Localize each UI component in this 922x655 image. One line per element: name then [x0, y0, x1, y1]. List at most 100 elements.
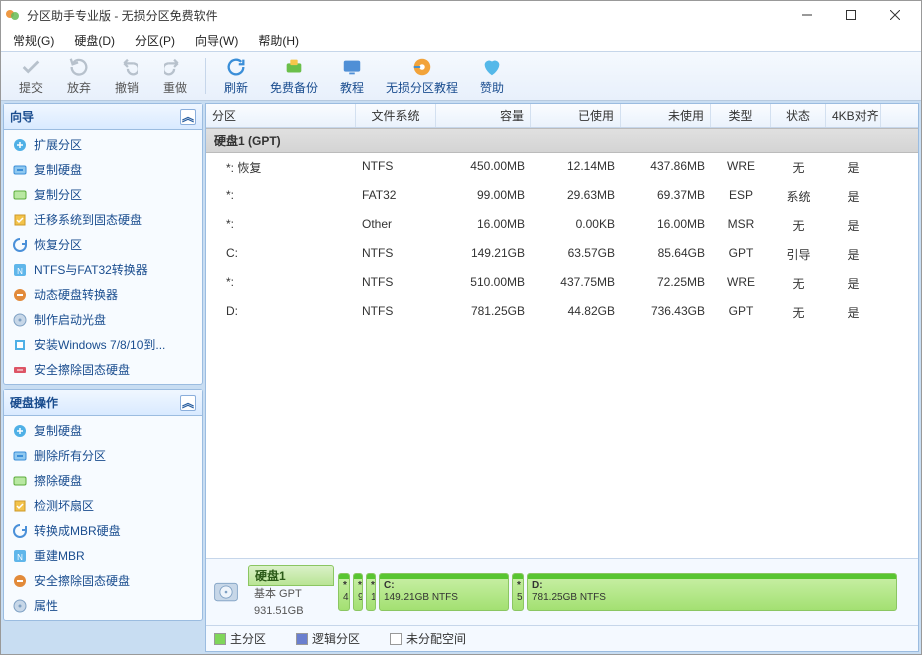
check-icon: [20, 56, 42, 78]
col-free[interactable]: 未使用: [621, 104, 711, 127]
cell-status: 无: [771, 157, 826, 178]
wizard-item-0[interactable]: 扩展分区: [4, 132, 202, 157]
cell-cap: 16.00MB: [436, 215, 531, 236]
refresh-button[interactable]: 刷新: [212, 54, 260, 98]
col-align[interactable]: 4KB对齐: [826, 104, 881, 127]
diskop-item-0[interactable]: 复制硬盘: [4, 418, 202, 443]
disk-ops-header[interactable]: 硬盘操作 ︽: [4, 390, 202, 416]
side-label: 复制硬盘: [34, 422, 82, 439]
cell-drive: *:: [206, 186, 356, 207]
wizard-item-4[interactable]: 恢复分区: [4, 232, 202, 257]
wizard-item-6[interactable]: 动态硬盘转换器: [4, 282, 202, 307]
legend-primary: 主分区: [214, 630, 266, 647]
sidebar: 向导 ︽ 扩展分区复制硬盘复制分区迁移系统到固态硬盘恢复分区NNTFS与FAT3…: [3, 103, 203, 652]
backup-button[interactable]: 免费备份: [260, 54, 328, 98]
partition-row[interactable]: *:NTFS510.00MB437.75MB72.25MBWRE无是: [206, 269, 918, 298]
diskop-item-1[interactable]: 删除所有分区: [4, 443, 202, 468]
side-label: 恢复分区: [34, 236, 82, 253]
partition-row[interactable]: D:NTFS781.25GB44.82GB736.43GBGPT无是: [206, 298, 918, 327]
col-fs[interactable]: 文件系统: [356, 104, 436, 127]
partition-row[interactable]: *:FAT3299.00MB29.63MB69.37MBESP系统是: [206, 182, 918, 211]
cell-drive: D:: [206, 302, 356, 323]
wizard-item-2[interactable]: 复制分区: [4, 182, 202, 207]
wizard-items: 扩展分区复制硬盘复制分区迁移系统到固态硬盘恢复分区 NNTFS与FAT32转换器动…: [4, 130, 202, 384]
close-button[interactable]: [873, 1, 917, 29]
minimize-button[interactable]: [785, 1, 829, 29]
collapse-icon[interactable]: ︽: [180, 109, 196, 125]
side-icon: [12, 137, 28, 153]
commit-button[interactable]: 提交: [7, 54, 55, 98]
cell-fs: Other: [356, 215, 436, 236]
side-icon: [12, 573, 28, 589]
disk-segment[interactable]: C:149.21GB NTFS: [379, 573, 509, 611]
partition-row[interactable]: C:NTFS149.21GB63.57GB85.64GBGPT引导是: [206, 240, 918, 269]
tutorial-button[interactable]: 教程: [328, 54, 376, 98]
partition-row[interactable]: *:Other16.00MB0.00KB16.00MBMSR无是: [206, 211, 918, 240]
legend: 主分区 逻辑分区 未分配空间: [206, 625, 918, 651]
wizard-item-1[interactable]: 复制硬盘: [4, 157, 202, 182]
menu-item-0[interactable]: 常规(G): [5, 30, 62, 51]
wizard-item-8[interactable]: 安装Windows 7/8/10到...: [4, 332, 202, 357]
commit-label: 提交: [19, 79, 43, 96]
disk-info[interactable]: 硬盘1 基本 GPT 931.51GB: [248, 565, 334, 619]
collapse-icon[interactable]: ︽: [180, 395, 196, 411]
cell-cap: 450.00MB: [436, 157, 531, 178]
col-capacity[interactable]: 容量: [436, 104, 531, 127]
diskop-item-7[interactable]: 属性: [4, 593, 202, 618]
diskop-item-3[interactable]: 检测坏扇区: [4, 493, 202, 518]
col-status[interactable]: 状态: [771, 104, 826, 127]
wizard-item-7[interactable]: 制作启动光盘: [4, 307, 202, 332]
cell-align: 是: [826, 186, 881, 207]
wizard-panel-header[interactable]: 向导 ︽: [4, 104, 202, 130]
wizard-item-3[interactable]: 迁移系统到固态硬盘: [4, 207, 202, 232]
disk-segment[interactable]: D:781.25GB NTFS: [527, 573, 897, 611]
cell-cap: 781.25GB: [436, 302, 531, 323]
tutorial-icon: [341, 56, 363, 78]
lossless-tutorial-button[interactable]: 无损分区教程: [376, 54, 468, 98]
menu-item-2[interactable]: 分区(P): [127, 30, 183, 51]
diskop-item-2[interactable]: 擦除硬盘: [4, 468, 202, 493]
cell-fs: FAT32: [356, 186, 436, 207]
wizard-item-9[interactable]: 安全擦除固态硬盘: [4, 357, 202, 382]
side-label: 动态硬盘转换器: [34, 286, 118, 303]
diskop-item-4[interactable]: 转换成MBR硬盘: [4, 518, 202, 543]
maximize-button[interactable]: [829, 1, 873, 29]
menu-item-4[interactable]: 帮助(H): [250, 30, 307, 51]
tutorial-label: 教程: [340, 79, 364, 96]
backup-label: 免费备份: [270, 79, 318, 96]
list-header: 分区 文件系统 容量 已使用 未使用 类型 状态 4KB对齐: [206, 104, 918, 128]
col-used[interactable]: 已使用: [531, 104, 621, 127]
undo-button[interactable]: 撤销: [103, 54, 151, 98]
disk-segment[interactable]: *1: [366, 573, 376, 611]
side-icon: [12, 287, 28, 303]
side-icon: [12, 337, 28, 353]
col-partition[interactable]: 分区: [206, 104, 356, 127]
partition-row[interactable]: *: 恢复NTFS450.00MB12.14MB437.86MBWRE无是: [206, 153, 918, 182]
backup-icon: [283, 56, 305, 78]
menu-item-1[interactable]: 硬盘(D): [66, 30, 123, 51]
cell-type: GPT: [711, 244, 771, 265]
disk-segments: *4*9*1C:149.21GB NTFS*5D:781.25GB NTFS: [338, 573, 912, 611]
disk-segment[interactable]: *4: [338, 573, 350, 611]
disk-group-header[interactable]: 硬盘1 (GPT): [206, 128, 918, 153]
side-icon: [12, 212, 28, 228]
diskop-item-6[interactable]: 安全擦除固态硬盘: [4, 568, 202, 593]
redo-button[interactable]: 重做: [151, 54, 199, 98]
menu-item-3[interactable]: 向导(W): [187, 30, 246, 51]
col-type[interactable]: 类型: [711, 104, 771, 127]
disk-segment[interactable]: *9: [353, 573, 363, 611]
donate-button[interactable]: 赞助: [468, 54, 516, 98]
lossless-icon: [411, 56, 433, 78]
undo-label: 撤销: [115, 79, 139, 96]
discard-button[interactable]: 放弃: [55, 54, 103, 98]
undo-icon: [116, 56, 138, 78]
wizard-item-5[interactable]: NNTFS与FAT32转换器: [4, 257, 202, 282]
cell-status: 无: [771, 273, 826, 294]
cell-used: 63.57GB: [531, 244, 621, 265]
donate-label: 赞助: [480, 79, 504, 96]
cell-used: 437.75MB: [531, 273, 621, 294]
diskop-item-5[interactable]: N重建MBR: [4, 543, 202, 568]
side-icon: [12, 473, 28, 489]
cell-status: 无: [771, 215, 826, 236]
disk-segment[interactable]: *5: [512, 573, 524, 611]
